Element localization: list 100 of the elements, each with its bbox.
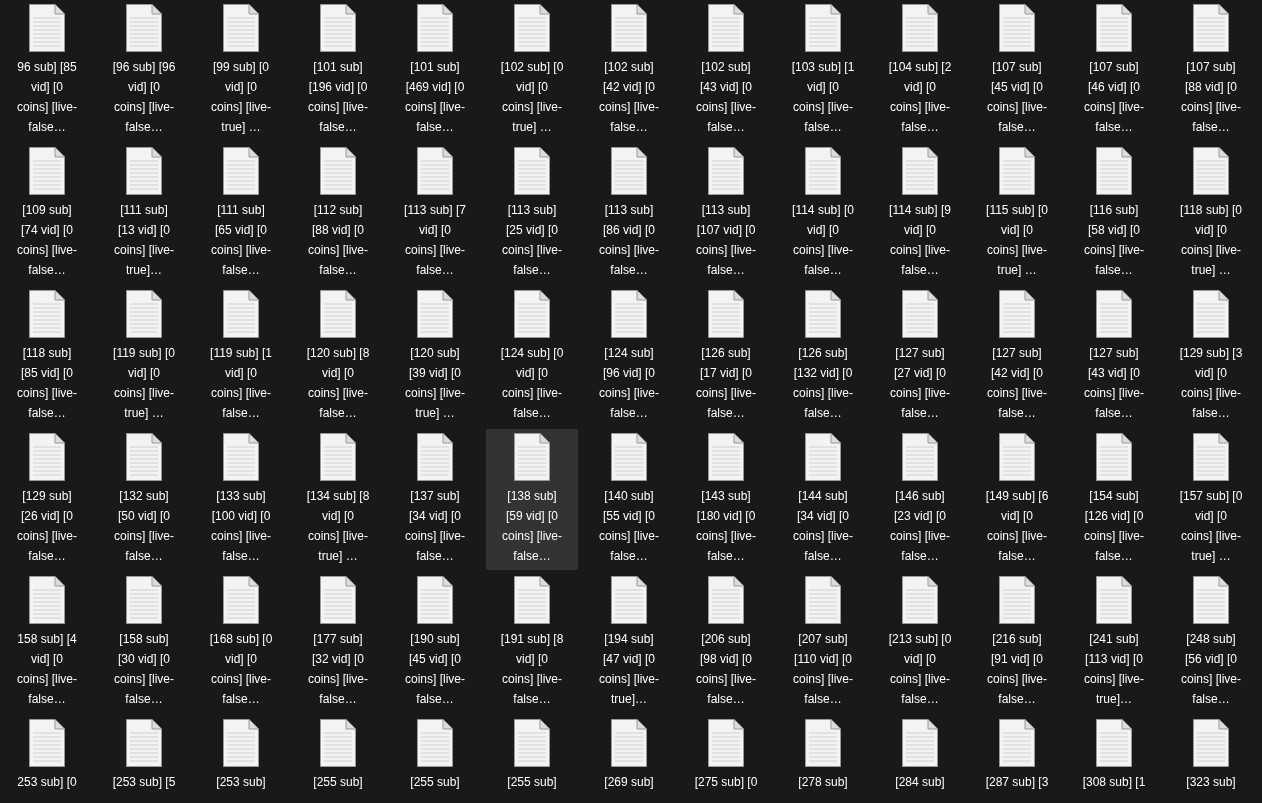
file-item[interactable]: [207 sub] [110 vid] [0 coins] [live-false… (777, 572, 869, 713)
file-item[interactable]: [137 sub] [34 vid] [0 coins] [live-false… (389, 429, 481, 570)
document-icon (611, 576, 647, 624)
file-item[interactable]: [140 sub] [55 vid] [0 coins] [live-false… (583, 429, 675, 570)
document-icon (1096, 290, 1132, 338)
file-item[interactable]: [255 sub] (389, 715, 481, 803)
file-item[interactable]: [177 sub] [32 vid] [0 coins] [live-false… (292, 572, 384, 713)
document-icon (514, 4, 550, 52)
file-item[interactable]: [113 sub] [25 vid] [0 coins] [live-false… (486, 143, 578, 284)
file-item[interactable]: [191 sub] [8 vid] [0 coins] [live-false… (486, 572, 578, 713)
document-icon (902, 4, 938, 52)
file-item[interactable]: 96 sub] [85 vid] [0 coins] [live-false… (1, 0, 93, 141)
file-item[interactable]: [323 sub] (1165, 715, 1257, 803)
file-item[interactable]: [124 sub] [96 vid] [0 coins] [live-false… (583, 286, 675, 427)
file-item[interactable]: [255 sub] (486, 715, 578, 803)
document-icon (1096, 719, 1132, 767)
file-item[interactable]: [111 sub] [13 vid] [0 coins] [live-true]… (98, 143, 190, 284)
file-item[interactable]: [129 sub] [3 vid] [0 coins] [live-false… (1165, 286, 1257, 427)
file-item[interactable]: [154 sub] [126 vid] [0 coins] [live-false… (1068, 429, 1160, 570)
file-item[interactable]: [107 sub] [88 vid] [0 coins] [live-false… (1165, 0, 1257, 141)
document-icon (805, 4, 841, 52)
file-item[interactable]: [127 sub] [42 vid] [0 coins] [live-false… (971, 286, 1063, 427)
document-icon (611, 290, 647, 338)
file-item[interactable]: [275 sub] [0 (680, 715, 772, 803)
file-item[interactable]: [99 sub] [0 vid] [0 coins] [live-true] … (195, 0, 287, 141)
file-item[interactable]: [255 sub] (292, 715, 384, 803)
file-item[interactable]: [138 sub] [59 vid] [0 coins] [live-false… (486, 429, 578, 570)
file-item[interactable]: [113 sub] [107 vid] [0 coins] [live-false… (680, 143, 772, 284)
file-item[interactable]: [120 sub] [39 vid] [0 coins] [live-true] … (389, 286, 481, 427)
file-item[interactable]: [118 sub] [85 vid] [0 coins] [live-false… (1, 286, 93, 427)
file-item[interactable]: [149 sub] [6 vid] [0 coins] [live-false… (971, 429, 1063, 570)
file-item[interactable]: [253 sub] [5 (98, 715, 190, 803)
file-item[interactable]: [102 sub] [42 vid] [0 coins] [live-false… (583, 0, 675, 141)
file-item[interactable]: [216 sub] [91 vid] [0 coins] [live-false… (971, 572, 1063, 713)
file-item[interactable]: [102 sub] [43 vid] [0 coins] [live-false… (680, 0, 772, 141)
file-item[interactable]: [119 sub] [1 vid] [0 coins] [live-false… (195, 286, 287, 427)
file-item[interactable]: [116 sub] [58 vid] [0 coins] [live-false… (1068, 143, 1160, 284)
file-item[interactable]: [101 sub] [196 vid] [0 coins] [live-false… (292, 0, 384, 141)
file-item[interactable]: [284 sub] (874, 715, 966, 803)
document-icon (1193, 290, 1229, 338)
file-item[interactable]: [124 sub] [0 vid] [0 coins] [live-false… (486, 286, 578, 427)
file-item[interactable]: [158 sub] [30 vid] [0 coins] [live-false… (98, 572, 190, 713)
document-icon (902, 147, 938, 195)
file-item[interactable]: [96 sub] [96 vid] [0 coins] [live-false… (98, 0, 190, 141)
document-icon (223, 576, 259, 624)
document-icon (902, 433, 938, 481)
file-item[interactable]: [241 sub] [113 vid] [0 coins] [live-true]… (1068, 572, 1160, 713)
file-item[interactable]: [278 sub] (777, 715, 869, 803)
file-item[interactable]: [120 sub] [8 vid] [0 coins] [live-false… (292, 286, 384, 427)
document-icon (708, 719, 744, 767)
file-item[interactable]: [109 sub] [74 vid] [0 coins] [live-false… (1, 143, 93, 284)
file-item[interactable]: [126 sub] [132 vid] [0 coins] [live-false… (777, 286, 869, 427)
document-icon (999, 576, 1035, 624)
file-item[interactable]: [133 sub] [100 vid] [0 coins] [live-false… (195, 429, 287, 570)
document-icon (1096, 576, 1132, 624)
file-item[interactable]: [269 sub] (583, 715, 675, 803)
file-item[interactable]: [206 sub] [98 vid] [0 coins] [live-false… (680, 572, 772, 713)
file-item[interactable]: [134 sub] [8 vid] [0 coins] [live-true] … (292, 429, 384, 570)
file-item[interactable]: [114 sub] [9 vid] [0 coins] [live-false… (874, 143, 966, 284)
file-item[interactable]: [129 sub] [26 vid] [0 coins] [live-false… (1, 429, 93, 570)
file-item[interactable]: [118 sub] [0 vid] [0 coins] [live-true] … (1165, 143, 1257, 284)
file-item[interactable]: [107 sub] [45 vid] [0 coins] [live-false… (971, 0, 1063, 141)
file-item[interactable]: [190 sub] [45 vid] [0 coins] [live-false… (389, 572, 481, 713)
document-icon (1096, 4, 1132, 52)
file-item[interactable]: [114 sub] [0 vid] [0 coins] [live-false… (777, 143, 869, 284)
file-item[interactable]: [253 sub] (195, 715, 287, 803)
file-item[interactable]: [101 sub] [469 vid] [0 coins] [live-false… (389, 0, 481, 141)
file-item[interactable]: 253 sub] [0 (1, 715, 93, 803)
file-item[interactable]: [115 sub] [0 vid] [0 coins] [live-true] … (971, 143, 1063, 284)
file-item[interactable]: [127 sub] [43 vid] [0 coins] [live-false… (1068, 286, 1160, 427)
file-item[interactable]: [107 sub] [46 vid] [0 coins] [live-false… (1068, 0, 1160, 141)
file-item[interactable]: [102 sub] [0 vid] [0 coins] [live-true] … (486, 0, 578, 141)
file-item[interactable]: [248 sub] [56 vid] [0 coins] [live-false… (1165, 572, 1257, 713)
file-item[interactable]: [308 sub] [1 (1068, 715, 1160, 803)
document-icon (126, 4, 162, 52)
file-item[interactable]: [287 sub] [3 (971, 715, 1063, 803)
file-item[interactable]: [119 sub] [0 vid] [0 coins] [live-true] … (98, 286, 190, 427)
file-item[interactable]: [111 sub] [65 vid] [0 coins] [live-false… (195, 143, 287, 284)
file-item[interactable]: [112 sub] [88 vid] [0 coins] [live-false… (292, 143, 384, 284)
document-icon (805, 433, 841, 481)
file-item[interactable]: [168 sub] [0 vid] [0 coins] [live-false… (195, 572, 287, 713)
file-item[interactable]: [143 sub] [180 vid] [0 coins] [live-false… (680, 429, 772, 570)
document-icon (805, 719, 841, 767)
file-item[interactable]: [113 sub] [86 vid] [0 coins] [live-false… (583, 143, 675, 284)
file-item[interactable]: [113 sub] [7 vid] [0 coins] [live-false… (389, 143, 481, 284)
file-item[interactable]: [213 sub] [0 vid] [0 coins] [live-false… (874, 572, 966, 713)
file-item[interactable]: [127 sub] [27 vid] [0 coins] [live-false… (874, 286, 966, 427)
file-item[interactable]: [126 sub] [17 vid] [0 coins] [live-false… (680, 286, 772, 427)
document-icon (223, 4, 259, 52)
file-item[interactable]: [132 sub] [50 vid] [0 coins] [live-false… (98, 429, 190, 570)
file-item[interactable]: 158 sub] [4 vid] [0 coins] [live-false… (1, 572, 93, 713)
file-item[interactable]: [194 sub] [47 vid] [0 coins] [live-true]… (583, 572, 675, 713)
document-icon (320, 576, 356, 624)
file-item[interactable]: [144 sub] [34 vid] [0 coins] [live-false… (777, 429, 869, 570)
document-icon (29, 433, 65, 481)
file-item[interactable]: [104 sub] [2 vid] [0 coins] [live-false… (874, 0, 966, 141)
file-item[interactable]: [157 sub] [0 vid] [0 coins] [live-true] … (1165, 429, 1257, 570)
file-item[interactable]: [103 sub] [1 vid] [0 coins] [live-false… (777, 0, 869, 141)
document-icon (1193, 576, 1229, 624)
file-item[interactable]: [146 sub] [23 vid] [0 coins] [live-false… (874, 429, 966, 570)
